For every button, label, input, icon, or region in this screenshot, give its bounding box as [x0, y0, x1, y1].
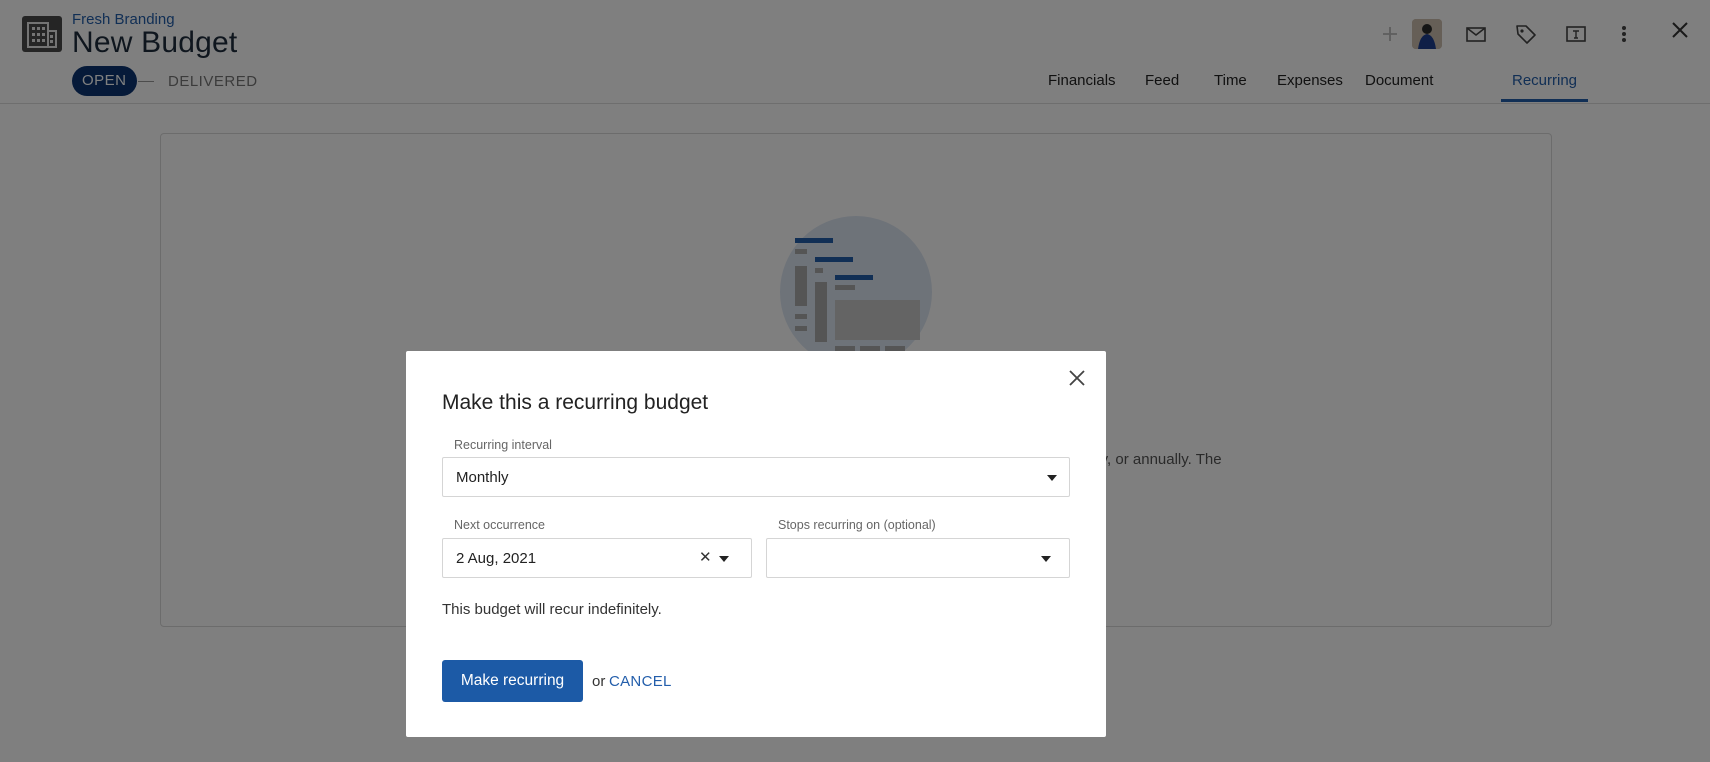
recurring-interval-value: Monthly [456, 469, 509, 486]
modal-close-icon[interactable] [1064, 365, 1090, 391]
recurring-budget-modal: Make this a recurring budget Recurring i… [406, 351, 1106, 737]
recurring-interval-select[interactable]: Monthly [442, 457, 1070, 497]
chevron-down-icon[interactable] [719, 556, 729, 562]
stops-recurring-date-picker[interactable] [766, 538, 1070, 578]
recurring-interval-label: Recurring interval [454, 438, 552, 452]
make-recurring-button[interactable]: Make recurring [442, 660, 583, 702]
next-occurrence-value: 2 Aug, 2021 [456, 550, 537, 567]
chevron-down-icon [1047, 475, 1057, 481]
next-occurrence-label: Next occurrence [454, 518, 546, 532]
cancel-link[interactable]: CANCEL [609, 673, 672, 690]
stops-recurring-label: Stops recurring on (optional) [778, 518, 936, 532]
clear-date-icon[interactable]: ✕ [699, 548, 712, 566]
chevron-down-icon[interactable] [1041, 556, 1051, 562]
or-text: or [592, 673, 606, 690]
recurrence-note: This budget will recur indefinitely. [442, 601, 662, 618]
next-occurrence-date-picker[interactable]: 2 Aug, 2021 ✕ [442, 538, 752, 578]
modal-title: Make this a recurring budget [442, 391, 709, 414]
